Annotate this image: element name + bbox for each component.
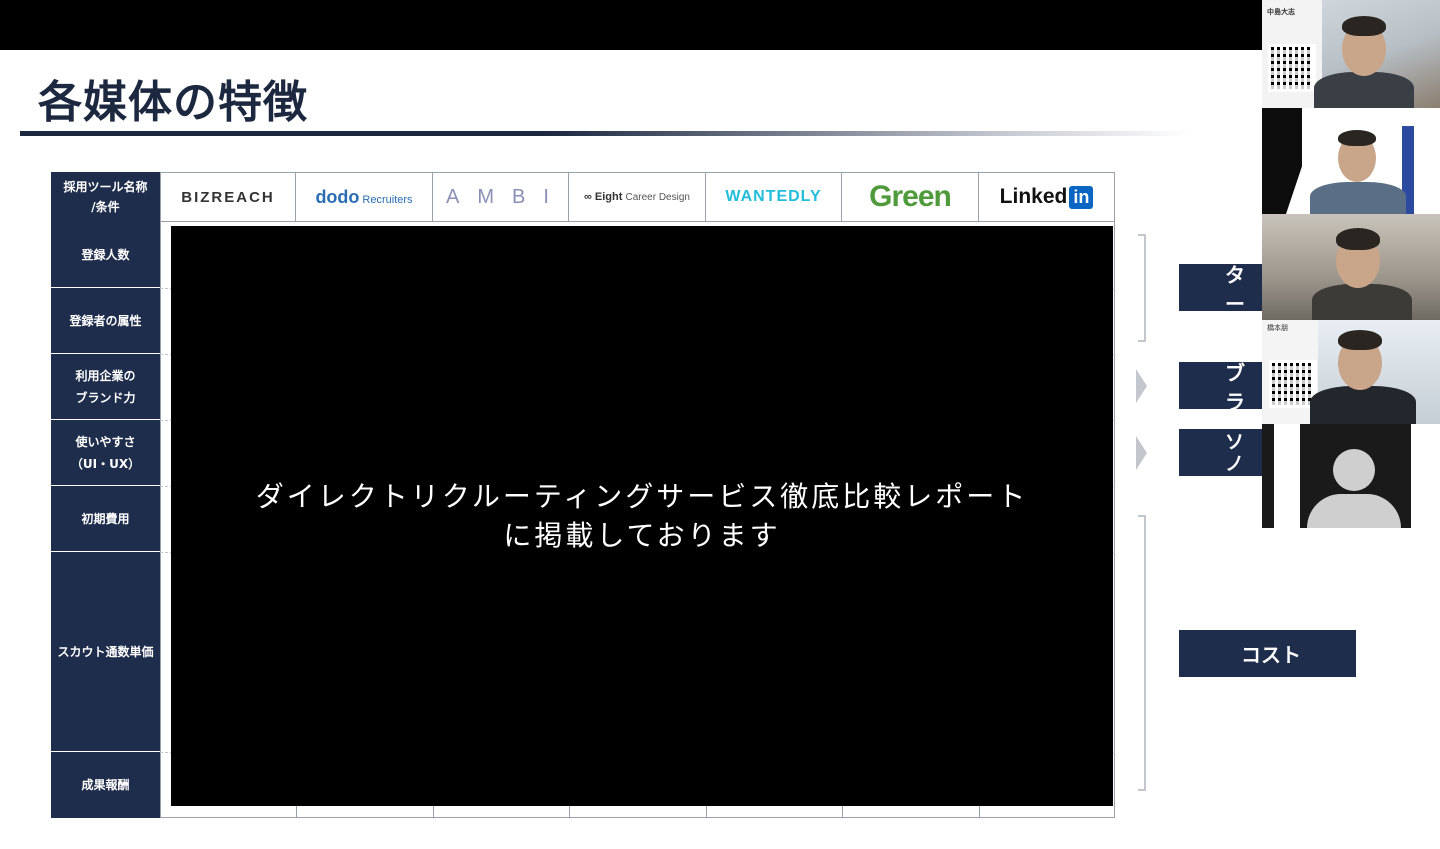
linkedin-logo-text: Linked — [999, 185, 1068, 208]
logo-cell-bizreach: BIZREACH — [160, 172, 296, 222]
row-label-line1: 登録人数 — [81, 247, 130, 262]
chevron-right-icon — [1136, 369, 1147, 403]
participant-tile-3[interactable] — [1262, 214, 1440, 320]
row-label-registrants: 登録人数 — [51, 222, 160, 288]
bizreach-logo: BIZREACH — [181, 188, 275, 206]
participant-tile-4[interactable]: 橋本朋 — [1262, 320, 1440, 424]
title-underline — [20, 131, 1190, 136]
row-label-success-fee: 成果報酬 — [51, 752, 160, 818]
ambi-logo: AMBI — [446, 185, 567, 208]
target-button: ター — [1179, 264, 1262, 311]
row-label-brand: 利用企業の ブランド力 — [51, 354, 160, 420]
participant-name-4: 橋本朋 — [1267, 324, 1288, 332]
row-label-line1: 成果報酬 — [81, 778, 130, 792]
brand-button: ブラ — [1179, 362, 1262, 409]
column-divider — [569, 806, 570, 818]
chevron-right-icon — [1136, 436, 1147, 470]
column-divider — [979, 806, 980, 818]
green-logo: Green — [869, 180, 952, 213]
participant-body — [1310, 386, 1416, 424]
eight-logo-sub: Career Design — [625, 192, 690, 203]
participant-body — [1314, 72, 1414, 108]
background-shape — [1262, 108, 1302, 214]
participant-tile-2[interactable] — [1262, 108, 1440, 214]
avatar-tile-frame — [1411, 424, 1440, 528]
row-label-attributes: 登録者の属性 — [51, 288, 160, 354]
dodo-logo-text: dodo — [315, 186, 360, 207]
logo-cell-green: Green — [842, 172, 979, 222]
participant-tile-1[interactable]: 中島大志 — [1262, 0, 1440, 108]
resource-button-line2: ノウ — [1225, 452, 1245, 477]
qr-code-icon — [1268, 44, 1316, 92]
logo-cell-ambi: AMBI — [433, 172, 569, 222]
brand-button-label: ブラ — [1225, 362, 1245, 409]
column-divider — [433, 806, 434, 818]
participant-hair — [1336, 228, 1380, 250]
header-label-line1: 採用ツール名称 — [63, 180, 148, 194]
target-button-label: ター — [1225, 264, 1245, 311]
row-label-line2: （UI・UX） — [70, 456, 141, 471]
column-divider — [706, 806, 707, 818]
logo-cell-linkedin: Linked in — [979, 172, 1115, 222]
dodo-logo: dodo Recruiters — [315, 187, 412, 208]
dodo-logo-sub: Recruiters — [362, 193, 413, 206]
row-label-scout-unit-price: スカウト通数単価 — [51, 552, 160, 752]
top-black-bar — [0, 0, 1440, 50]
cost-button: コスト — [1179, 630, 1356, 677]
participant-name-1: 中島大志 — [1267, 8, 1295, 16]
overlay-text-line2: に掲載しております — [503, 519, 781, 552]
row-label-usability: 使いやすさ （UI・UX） — [51, 420, 160, 486]
linkedin-in-badge: in — [1069, 185, 1094, 209]
bracket-right-2 — [1138, 515, 1146, 791]
eight-logo: ∞ Eight Career Design — [584, 191, 690, 203]
column-divider — [842, 806, 843, 818]
cost-button-label: コスト — [1241, 643, 1301, 667]
participant-body — [1310, 182, 1406, 214]
logo-cell-eight: ∞ Eight Career Design — [569, 172, 706, 222]
participant-hair — [1338, 330, 1382, 350]
column-divider — [296, 806, 297, 818]
row-label-line2: ブランド力 — [75, 390, 136, 405]
avatar-tile-frame — [1274, 424, 1300, 528]
row-label-line1: 利用企業の — [75, 368, 136, 383]
resource-button-line1: リソ — [1225, 429, 1245, 453]
participant-body — [1312, 284, 1412, 320]
table-header-row: 採用ツール名称 /条件 BIZREACH dodo Recruiters AMBI… — [51, 172, 1115, 222]
eight-logo-text: ∞ Eight — [584, 191, 623, 203]
linkedin-logo: Linked in — [1000, 185, 1094, 209]
wantedly-logo: WANTEDLY — [725, 188, 822, 205]
participant-hair — [1338, 130, 1376, 146]
header-label-line2: /条件 — [91, 200, 120, 214]
header-label-cell: 採用ツール名称 /条件 — [51, 172, 160, 222]
row-label-line1: スカウト通数単価 — [57, 644, 154, 659]
row-label-initial-cost: 初期費用 — [51, 486, 160, 552]
row-label-line1: 初期費用 — [81, 511, 130, 526]
logo-cell-dodo: dodo Recruiters — [296, 172, 433, 222]
default-avatar-icon — [1333, 449, 1375, 491]
resource-button: リソ ノウ — [1179, 429, 1262, 476]
logo-cell-wantedly: WANTEDLY — [706, 172, 842, 222]
row-label-line1: 使いやすさ — [75, 434, 136, 449]
bracket-right-1 — [1138, 234, 1146, 342]
row-label-line1: 登録者の属性 — [69, 313, 142, 328]
participant-hair — [1342, 16, 1386, 36]
overlay-text-line1: ダイレクトリクルーティングサービス徹底比較レポート — [255, 480, 1029, 513]
slide-title: 各媒体の特徴 — [38, 77, 308, 128]
redaction-overlay: ダイレクトリクルーティングサービス徹底比較レポート に掲載しております — [171, 226, 1113, 806]
